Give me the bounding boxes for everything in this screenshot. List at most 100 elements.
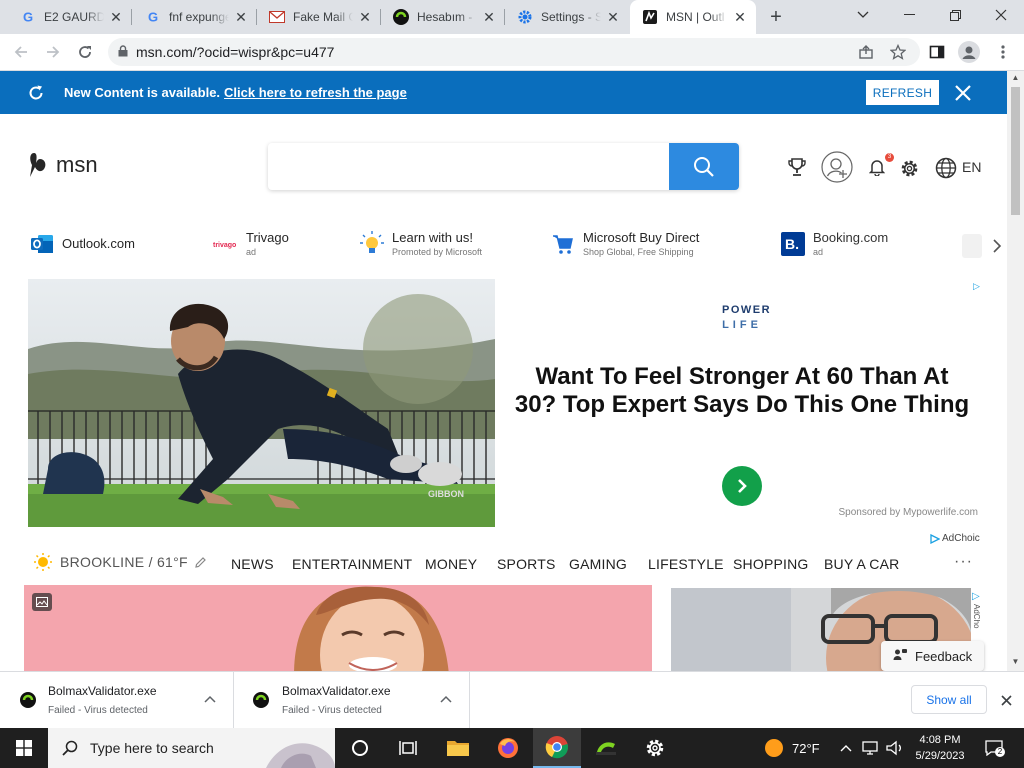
reload-button[interactable] (72, 39, 98, 65)
back-button[interactable] (8, 39, 34, 65)
notifications-bell-icon[interactable] (867, 157, 887, 177)
google-icon: G (20, 9, 36, 25)
network-icon[interactable] (860, 728, 882, 768)
close-icon[interactable]: ✕ (732, 9, 748, 25)
validator-app-button[interactable] (582, 728, 630, 768)
adchoices-side-link[interactable]: ▷ AdCho (972, 591, 988, 628)
close-icon[interactable] (996, 690, 1016, 710)
restore-button[interactable] (932, 0, 978, 30)
close-icon[interactable] (950, 80, 976, 106)
tab-search-icon[interactable] (840, 0, 886, 30)
close-icon[interactable]: ✕ (481, 9, 497, 25)
quick-link-microsoft-buy-direct[interactable]: Microsoft Buy Direct Shop Global, Free S… (551, 229, 699, 269)
page-scrollbar[interactable]: ▲ ▼ (1007, 71, 1024, 671)
featured-story-card[interactable] (24, 585, 652, 671)
nav-money[interactable]: MONEY (425, 556, 477, 572)
volume-icon[interactable] (884, 728, 906, 768)
url-text: msn.com/?ocid=wispr&pc=u477 (136, 44, 335, 60)
ad-headline[interactable]: Want To Feel Stronger At 60 Than At 30? … (512, 363, 972, 419)
show-all-button[interactable]: Show all (911, 685, 987, 714)
rewards-trophy-icon[interactable] (786, 156, 808, 178)
quick-link-trivago[interactable]: trivago Trivago ad (212, 229, 289, 269)
nav-gaming[interactable]: GAMING (569, 556, 627, 572)
nav-entertainment[interactable]: ENTERTAINMENT (292, 556, 412, 572)
settings-app-button[interactable] (631, 728, 679, 768)
chevron-right-icon[interactable] (722, 466, 762, 506)
nav-lifestyle[interactable]: LIFESTYLE (648, 556, 724, 572)
search-icon (62, 740, 78, 756)
globe-icon[interactable] (934, 156, 958, 180)
chevron-up-icon[interactable] (202, 692, 218, 708)
hero-ad[interactable]: GIBBON ▷ POWER LIFE Want To Feel Stronge… (28, 279, 980, 527)
download-item[interactable]: BolmaxValidator.exe Failed - Virus detec… (0, 672, 234, 729)
weather-location-label: BROOKLINE / 61°F (60, 554, 188, 570)
file-explorer-button[interactable] (434, 728, 482, 768)
side-panel-icon[interactable] (924, 39, 950, 65)
bookmark-star-icon[interactable] (885, 39, 911, 65)
chevron-up-icon[interactable] (836, 728, 856, 768)
banner-message: New Content is available. (64, 85, 221, 100)
start-button[interactable] (0, 728, 48, 768)
download-item[interactable]: BolmaxValidator.exe Failed - Virus detec… (236, 672, 470, 729)
chevron-up-icon[interactable] (438, 692, 454, 708)
nav-shopping[interactable]: SHOPPING (733, 556, 809, 572)
close-icon[interactable]: ✕ (605, 9, 621, 25)
task-view-icon (399, 741, 417, 755)
feedback-button[interactable]: Feedback (881, 641, 984, 671)
close-icon[interactable]: ✕ (233, 9, 249, 25)
minimize-button[interactable] (886, 0, 932, 30)
ad-sponsor[interactable]: Sponsored by Mypowerlife.com (728, 507, 978, 518)
quick-link-sub: Shop Global, Free Shipping (583, 247, 694, 257)
cortana-button[interactable] (336, 728, 384, 768)
windows-logo-icon (16, 740, 32, 756)
chrome-button[interactable] (533, 728, 581, 768)
msn-logo[interactable]: msn (28, 151, 98, 179)
taskbar-clock[interactable]: 4:08 PM 5/29/2023 (910, 732, 970, 764)
nav-buy-a-car[interactable]: BUY A CAR (824, 556, 899, 572)
tab-fnf-expunge[interactable]: G fnf expunge ✕ (133, 0, 257, 34)
weather-location[interactable]: BROOKLINE / 61°F (34, 553, 207, 571)
nav-sports[interactable]: SPORTS (497, 556, 556, 572)
tab-settings[interactable]: Settings - S ✕ (505, 0, 629, 34)
search-button[interactable] (669, 143, 739, 190)
scroll-up-arrow-icon[interactable]: ▲ (1011, 73, 1020, 82)
taskbar-search[interactable]: Type here to search (48, 728, 335, 768)
firefox-button[interactable] (484, 728, 532, 768)
sign-in-avatar-icon[interactable] (821, 151, 853, 183)
menu-kebab-icon[interactable] (990, 39, 1016, 65)
adchoices-link[interactable]: AdChoic (930, 533, 980, 544)
action-center-button[interactable]: 2 (982, 736, 1006, 760)
tab-fake-mail[interactable]: Fake Mail G ✕ (257, 0, 381, 34)
close-icon[interactable]: ✕ (357, 9, 373, 25)
sun-icon (34, 553, 52, 571)
settings-gear-icon[interactable] (898, 157, 920, 179)
tab-hesabim[interactable]: Hesabım - ✕ (381, 0, 505, 34)
address-bar[interactable]: msn.com/?ocid=wispr&pc=u477 (108, 38, 920, 66)
tab-msn[interactable]: MSN | Outl ✕ (630, 0, 756, 34)
refresh-button[interactable]: REFRESH (866, 80, 939, 105)
close-window-button[interactable] (978, 0, 1024, 30)
download-bar: BolmaxValidator.exe Failed - Virus detec… (0, 671, 1024, 729)
forward-button[interactable] (40, 39, 66, 65)
task-view-button[interactable] (384, 728, 432, 768)
tab-e2-gaurd[interactable]: G E2 GAURD ✕ (8, 0, 132, 34)
quick-link-booking[interactable]: B. Booking.com ad (781, 229, 888, 269)
taskbar-weather[interactable]: 72°F (764, 728, 820, 768)
close-icon[interactable]: ✕ (108, 9, 124, 25)
language-selector[interactable]: EN (962, 159, 981, 175)
pencil-icon[interactable] (194, 556, 207, 569)
quick-link-outlook[interactable]: Outlook.com (30, 229, 135, 269)
quick-link-learn[interactable]: Learn with us! Promoted by Microsoft (360, 229, 482, 269)
scroll-down-arrow-icon[interactable]: ▼ (1011, 657, 1020, 666)
chevron-right-icon[interactable] (987, 234, 1007, 258)
tab-title: E2 GAURD (44, 10, 104, 24)
refresh-link[interactable]: Click here to refresh the page (224, 85, 407, 100)
profile-avatar[interactable] (956, 39, 982, 65)
new-tab-button[interactable]: + (764, 6, 788, 28)
search-input[interactable] (268, 143, 669, 190)
share-icon[interactable] (853, 39, 879, 65)
scrollbar-thumb[interactable] (1011, 87, 1020, 215)
more-categories-icon[interactable]: ··· (954, 553, 973, 571)
adchoices-icon[interactable]: ▷ (973, 281, 980, 292)
nav-news[interactable]: NEWS (231, 556, 274, 572)
